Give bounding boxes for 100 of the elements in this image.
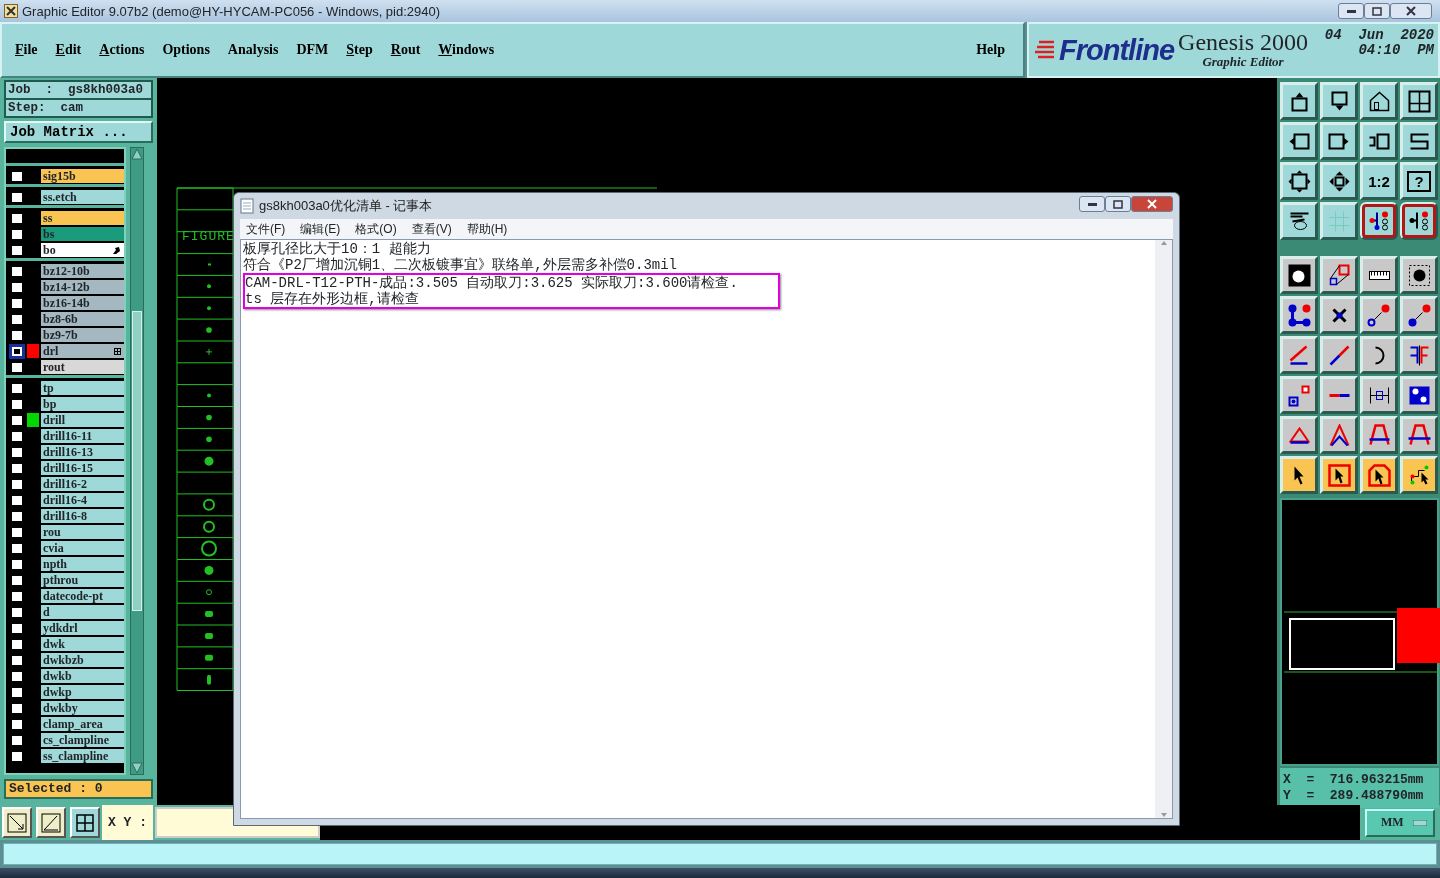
tool-button[interactable] (1400, 376, 1438, 414)
scrollbar[interactable] (130, 147, 144, 775)
tool-button[interactable] (1400, 416, 1438, 454)
menu-item[interactable]: 查看(V) (411, 220, 452, 238)
layer-name[interactable]: sig15b (41, 169, 124, 183)
menu-item[interactable]: Step (346, 42, 373, 58)
layer-name[interactable]: dwkby (41, 701, 124, 715)
layer-name[interactable]: npth (41, 557, 124, 571)
layer-name[interactable]: cvia (41, 541, 124, 555)
minimize-button[interactable] (1079, 196, 1105, 212)
layer-name[interactable]: ss.etch (41, 190, 124, 204)
tool-button[interactable] (1320, 336, 1358, 374)
layer-name[interactable]: d (41, 605, 124, 619)
tool-button[interactable] (1320, 416, 1358, 454)
maximize-button[interactable] (1364, 3, 1390, 19)
menu-item[interactable]: File (15, 42, 38, 58)
tool-button[interactable] (1400, 202, 1438, 240)
scroll-thumb[interactable] (132, 311, 142, 611)
maximize-button[interactable] (1105, 196, 1131, 212)
layer-swatch[interactable] (27, 413, 39, 427)
tool-button[interactable] (1280, 256, 1318, 294)
scrollbar[interactable] (1155, 240, 1172, 818)
tool-button[interactable] (1360, 256, 1398, 294)
layer-name[interactable]: ss (41, 211, 124, 225)
tool-button[interactable] (1400, 456, 1438, 494)
grid-button[interactable] (70, 807, 100, 838)
units-dropdown[interactable]: MM (1365, 808, 1435, 837)
layer-checkbox[interactable] (9, 343, 25, 359)
tool-button[interactable] (1360, 202, 1398, 240)
tool-button[interactable] (1400, 296, 1438, 334)
menu-item[interactable]: 格式(O) (355, 220, 397, 238)
layer-name[interactable]: drill (41, 413, 124, 427)
menu-item[interactable]: 编辑(E) (300, 220, 341, 238)
layer-name[interactable]: drill16-4 (41, 493, 124, 507)
layer-name[interactable]: pthrou (41, 573, 124, 587)
layer-name[interactable]: clamp_area (41, 717, 124, 731)
layer-name[interactable]: tp (41, 381, 124, 395)
tool-button[interactable] (1360, 416, 1398, 454)
layer-name[interactable]: drill16-13 (41, 445, 124, 459)
tool-button[interactable] (1400, 82, 1438, 120)
tool-button[interactable] (1320, 122, 1358, 160)
tool-button[interactable] (1320, 256, 1358, 294)
tool-button[interactable] (1360, 376, 1398, 414)
layer-name[interactable]: drill16-8 (41, 509, 124, 523)
tool-button[interactable] (1320, 82, 1358, 120)
layer-name[interactable]: ss_clampline (41, 749, 124, 763)
layer-name[interactable]: ydkdrl (41, 621, 124, 635)
layer-name[interactable]: rou (41, 525, 124, 539)
angle-button[interactable] (36, 807, 66, 838)
menu-item[interactable]: 文件(F) (246, 220, 286, 238)
layer-name[interactable]: bz9-7b (41, 328, 124, 342)
tool-button[interactable] (1280, 296, 1318, 334)
layer-name[interactable]: bz14-12b (41, 280, 124, 294)
tool-button[interactable] (1360, 82, 1398, 120)
tool-button[interactable] (1320, 456, 1358, 494)
layer-name[interactable]: rout (41, 360, 124, 374)
layer-name[interactable]: dwkp (41, 685, 124, 699)
tool-button[interactable] (1360, 456, 1398, 494)
tool-button[interactable] (1320, 296, 1358, 334)
layer-name[interactable]: bo (41, 243, 124, 257)
tool-button[interactable]: ? (1400, 162, 1438, 200)
menu-item[interactable]: DFM (296, 42, 329, 58)
menu-item[interactable]: Options (162, 42, 210, 58)
menu-item[interactable]: Analysis (227, 42, 279, 58)
layer-name[interactable]: drill16-15 (41, 461, 124, 475)
job-matrix-button[interactable]: Job Matrix ... (4, 121, 153, 143)
minimize-button[interactable] (1338, 3, 1364, 19)
tool-button[interactable] (1280, 376, 1318, 414)
tool-button[interactable]: 1:2 (1360, 162, 1398, 200)
tool-button[interactable] (1280, 82, 1318, 120)
menu-item[interactable]: Rout (390, 42, 421, 58)
menu-item[interactable]: 帮助(H) (466, 220, 508, 238)
layer-name[interactable]: drl (41, 344, 124, 358)
layer-name[interactable]: drill16-2 (41, 477, 124, 491)
close-button[interactable] (1131, 196, 1173, 212)
layer-name[interactable]: dwk (41, 637, 124, 651)
menu-item[interactable]: Edit (55, 42, 82, 58)
layer-name[interactable]: cs_clampline (41, 733, 124, 747)
tool-button[interactable] (1400, 336, 1438, 374)
layer-name[interactable]: datecode-pt (41, 589, 124, 603)
tool-button[interactable] (1280, 202, 1318, 240)
tool-button[interactable] (1360, 122, 1398, 160)
layer-name[interactable]: bp (41, 397, 124, 411)
close-button[interactable] (1390, 3, 1432, 19)
menu-item[interactable]: Windows (438, 42, 495, 58)
menu-item[interactable]: Actions (99, 42, 145, 58)
tool-button[interactable] (1360, 336, 1398, 374)
layer-name[interactable]: dwkb (41, 669, 124, 683)
layer-name[interactable]: bz16-14b (41, 296, 124, 310)
layer-name[interactable]: bz8-6b (41, 312, 124, 326)
layer-name[interactable]: drill16-11 (41, 429, 124, 443)
layer-name[interactable]: bz12-10b (41, 264, 124, 278)
tool-button[interactable] (1400, 122, 1438, 160)
tool-button[interactable] (1320, 202, 1358, 240)
tool-button[interactable] (1280, 456, 1318, 494)
tool-button[interactable] (1280, 162, 1318, 200)
tool-button[interactable] (1320, 376, 1358, 414)
layer-swatch[interactable] (27, 344, 39, 358)
tool-button[interactable] (1280, 122, 1318, 160)
tool-button[interactable] (1360, 296, 1398, 334)
